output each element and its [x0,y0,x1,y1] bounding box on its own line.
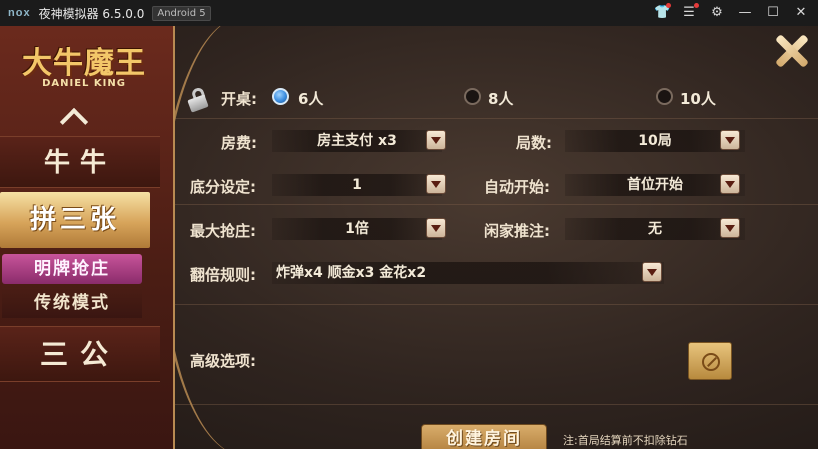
shirt-icon[interactable]: 👕 [654,3,671,20]
idle-push-value: 无 [648,221,662,237]
close-panel-button[interactable] [774,33,810,69]
sidebar-item-sangong[interactable]: 三公 [0,326,160,382]
title-bar-controls: 👕 ☰ ⚙ — ☐ ✕ [654,0,808,26]
auto-start-value: 首位开始 [627,177,683,193]
idle-push-dropdown-icon[interactable] [720,218,740,238]
close-icon[interactable]: ✕ [794,6,808,20]
base-score-value: 1 [352,177,362,193]
idle-push-label: 闲家推注: [484,222,550,240]
lock-icon [187,86,209,113]
advanced-options-button[interactable] [688,342,732,380]
sidebar-subitem-chuantong-moshi[interactable]: 传统模式 [2,288,142,318]
double-rule-label: 翻倍规则: [190,266,256,284]
max-bid-label: 最大抢庄: [190,222,256,240]
rounds-label: 局数: [516,134,552,152]
create-room-button[interactable]: 创建房间 [421,424,547,449]
rounds-dropdown-icon[interactable] [720,130,740,150]
sidebar-item-pinsanzhang[interactable]: 拼三张 [0,192,150,248]
radio-10-players[interactable] [656,88,673,105]
game-logo: 大牛魔王 DANIEL KING [14,38,154,96]
table-size-label: 开桌: [221,90,257,108]
room-fee-value: 房主支付 x3 [317,133,397,149]
android-version-badge: Android 5 [152,5,211,21]
base-score-dropdown-icon[interactable] [426,174,446,194]
diamond-deduction-note: 注:首局结算前不扣除钻石 [563,434,688,447]
max-bid-select[interactable]: 1倍 [272,218,442,240]
auto-start-dropdown-icon[interactable] [720,174,740,194]
minimize-icon[interactable]: — [738,6,752,20]
chevron-up-icon[interactable] [56,104,90,128]
radio-6-players[interactable] [272,88,289,105]
gear-icon[interactable]: ⚙ [710,6,724,20]
rounds-select[interactable]: 10局 [565,130,745,152]
app-title: 夜神模拟器 6.5.0.0 [38,6,145,21]
room-fee-dropdown-icon[interactable] [426,130,446,150]
base-score-label: 底分设定: [190,178,256,196]
game-screen: 大牛魔王 DANIEL KING 牛牛 拼三张 明牌抢庄 传统模式 三公 开桌:… [0,26,818,449]
room-fee-select[interactable]: 房主支付 x3 [272,130,442,152]
auto-start-label: 自动开始: [484,178,550,196]
radio-6-players-label[interactable]: 6人 [298,88,323,109]
logo-title: 大牛魔王 [22,46,146,81]
room-fee-label: 房费: [221,134,257,152]
idle-push-select[interactable]: 无 [565,218,745,240]
sidebar-item-niuniu[interactable]: 牛牛 [0,136,160,188]
auto-start-select[interactable]: 首位开始 [565,174,745,196]
double-rule-dropdown-icon[interactable] [642,262,662,282]
radio-10-players-label[interactable]: 10人 [680,88,716,109]
advanced-options-label: 高级选项: [190,352,256,370]
radio-8-players[interactable] [464,88,481,105]
double-rule-select[interactable]: 炸弹x4 顺金x3 金花x2 [272,262,664,284]
emulator-title-bar: nox 夜神模拟器 6.5.0.0 Android 5 👕 ☰ ⚙ — ☐ ✕ [0,0,818,26]
rounds-value: 10局 [638,133,672,149]
double-rule-value: 炸弹x4 顺金x3 金花x2 [276,265,427,281]
radio-8-players-label[interactable]: 8人 [488,88,513,109]
game-mode-sidebar: 大牛魔王 DANIEL KING 牛牛 拼三张 明牌抢庄 传统模式 三公 [0,26,175,449]
max-bid-dropdown-icon[interactable] [426,218,446,238]
nox-logo: nox [8,7,31,19]
max-bid-value: 1倍 [345,221,369,237]
menu-icon[interactable]: ☰ [682,3,699,20]
sidebar-subitem-mingpai-qiangzhuang[interactable]: 明牌抢庄 [2,254,142,284]
base-score-select[interactable]: 1 [272,174,442,196]
edit-icon [702,353,720,371]
maximize-icon[interactable]: ☐ [766,6,780,20]
